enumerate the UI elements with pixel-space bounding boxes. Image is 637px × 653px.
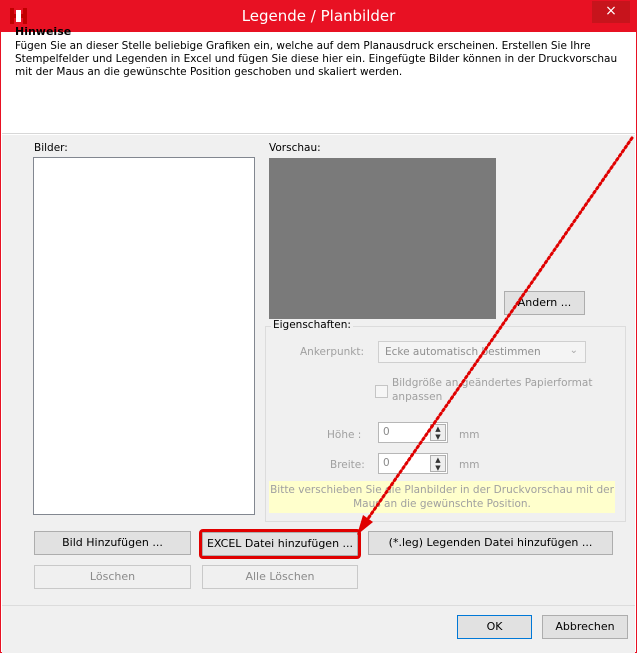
close-icon: ×: [605, 3, 617, 19]
height-value: 0: [383, 426, 390, 438]
dialog-footer: [2, 605, 635, 653]
dialog-window: Legende / Planbilder × Hinweise Fügen Si…: [0, 0, 637, 653]
width-spinner[interactable]: 0 ▲ ▼: [378, 453, 448, 474]
spin-up-icon[interactable]: ▲: [431, 425, 445, 433]
height-spin-buttons[interactable]: ▲ ▼: [430, 424, 446, 441]
width-unit: mm: [459, 459, 480, 471]
hint-text: Fügen Sie an dieser Stelle beliebige Gra…: [15, 40, 618, 78]
anchor-label: Ankerpunkt:: [300, 346, 365, 358]
width-value: 0: [383, 457, 390, 469]
cancel-button[interactable]: Abbrechen: [542, 615, 628, 639]
images-label: Bilder:: [34, 142, 68, 154]
spin-down-icon[interactable]: ▼: [431, 464, 445, 472]
highlight-box: [199, 529, 361, 559]
preview-image: [269, 158, 496, 319]
title-bar[interactable]: Legende / Planbilder ×: [1, 1, 636, 32]
chevron-down-icon: ⌄: [569, 345, 578, 356]
properties-title: Eigenschaften:: [271, 319, 353, 331]
anchor-select[interactable]: Ecke automatisch bestimmen ⌄: [378, 341, 586, 363]
delete-button[interactable]: Löschen: [34, 565, 191, 589]
close-button[interactable]: ×: [592, 1, 630, 23]
add-legend-button[interactable]: (*.leg) Legenden Datei hinzufügen ...: [368, 531, 613, 555]
height-label: Höhe :: [327, 429, 362, 441]
preview-label: Vorschau:: [269, 142, 321, 154]
spin-up-icon[interactable]: ▲: [431, 456, 445, 464]
delete-all-button[interactable]: Alle Löschen: [202, 565, 358, 589]
width-label: Breite:: [330, 459, 365, 471]
resize-label: Bildgröße an geändertes Papierformat anp…: [392, 377, 593, 403]
width-spin-buttons[interactable]: ▲ ▼: [430, 455, 446, 472]
resize-checkbox[interactable]: [375, 385, 388, 398]
ok-button[interactable]: OK: [457, 615, 532, 639]
add-image-button[interactable]: Bild Hinzufügen ...: [34, 531, 191, 555]
images-listbox[interactable]: [33, 157, 255, 515]
spin-down-icon[interactable]: ▼: [431, 433, 445, 441]
change-button[interactable]: Ändern ...: [504, 291, 585, 315]
info-message: Bitte verschieben Sie die Planbilder in …: [269, 481, 615, 513]
window-title: Legende / Planbilder: [241, 7, 396, 25]
hint-title: Hinweise: [15, 25, 72, 38]
anchor-value: Ecke automatisch bestimmen: [385, 346, 541, 358]
height-unit: mm: [459, 429, 480, 441]
height-spinner[interactable]: 0 ▲ ▼: [378, 422, 448, 443]
